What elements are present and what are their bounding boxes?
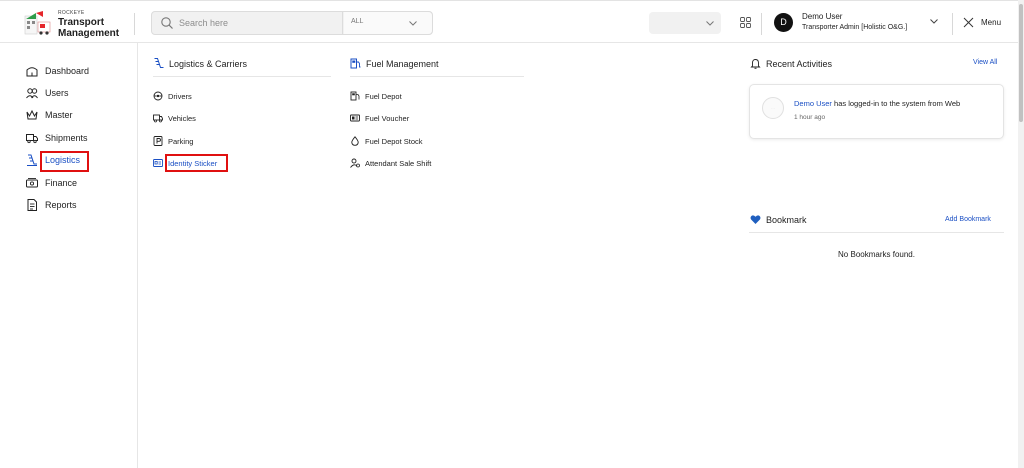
- heart-icon: [750, 215, 761, 224]
- crown-icon: [26, 109, 38, 120]
- top-header: ROCKEYE Transport Management ALL D Demo …: [0, 0, 1018, 43]
- section-title-label: Logistics & Carriers: [169, 59, 248, 69]
- chevron-down-icon: [409, 21, 417, 26]
- section-title-label: Fuel Management: [366, 59, 439, 69]
- search-scope-select[interactable]: ALL: [344, 12, 432, 34]
- menu-link-label: Attendant Sale Shift: [365, 159, 432, 168]
- app-logo[interactable]: ROCKEYE Transport Management: [24, 7, 134, 39]
- search-input[interactable]: [179, 14, 339, 32]
- search-scope-value: ALL: [351, 18, 364, 25]
- activity-avatar-placeholder: · · ·: [770, 106, 776, 110]
- chevron-down-icon[interactable]: [929, 16, 939, 26]
- menu-link-label: Drivers: [168, 92, 192, 101]
- menu-label: Menu: [981, 18, 1002, 27]
- apps-grid-icon[interactable]: [740, 17, 751, 28]
- scrollbar-thumb[interactable]: [1019, 4, 1023, 122]
- sidebar-item-label: Dashboard: [45, 66, 90, 76]
- logistics-icon: [27, 154, 37, 166]
- sidebar-item-label: Master: [45, 110, 73, 120]
- header-divider: [134, 13, 135, 35]
- section-divider: [350, 76, 524, 77]
- add-bookmark-link[interactable]: Add Bookmark: [945, 216, 991, 223]
- search-divider: [342, 12, 343, 34]
- company-select[interactable]: [649, 12, 721, 34]
- sidebar-item-label: Finance: [45, 178, 78, 188]
- logo-brand: ROCKEYE: [58, 10, 85, 16]
- home-icon: [26, 67, 38, 77]
- logo-icon: [24, 11, 51, 35]
- activity-time: 1 hour ago: [794, 114, 826, 121]
- menu-link-label: Parking: [168, 137, 194, 146]
- chevron-down-icon: [706, 21, 714, 26]
- user-role[interactable]: Transporter Admin [Holistic O&G.]: [802, 24, 907, 31]
- activity-avatar: · · ·: [762, 97, 784, 119]
- activity-text: Demo User has logged-in to the system fr…: [794, 99, 960, 108]
- section-divider: [153, 76, 331, 77]
- attendant-icon: [350, 158, 360, 168]
- menu-link-label: Fuel Voucher: [365, 114, 410, 123]
- view-all-link[interactable]: View All: [973, 59, 997, 66]
- sidebar-item-label: Reports: [45, 200, 77, 210]
- logo-title-line1: Transport: [58, 17, 105, 28]
- users-icon: [26, 88, 38, 99]
- search-icon: [161, 17, 173, 29]
- activity-user-link[interactable]: Demo User: [794, 99, 832, 108]
- menu-link-label: Fuel Depot: [365, 92, 402, 101]
- menu-toggle-button[interactable]: Menu: [963, 16, 1005, 30]
- voucher-icon: [350, 114, 360, 122]
- sidebar-item-label: Shipments: [45, 133, 88, 143]
- drop-icon: [351, 136, 359, 146]
- highlight-box-logistics: [40, 151, 89, 172]
- bookmark-empty-state: No Bookmarks found.: [838, 250, 915, 259]
- truck-icon: [26, 134, 38, 144]
- bell-icon: [750, 59, 761, 69]
- highlight-box-identity-sticker: [165, 154, 228, 172]
- fuel-pump-icon: [350, 58, 361, 69]
- activity-message: has logged-in to the system from Web: [834, 99, 961, 108]
- sidebar-item-label: Users: [45, 88, 69, 98]
- sidebar: Dashboard Users Master Shipments Logisti…: [0, 43, 138, 468]
- id-card-icon: [153, 159, 163, 167]
- bookmark-label: Bookmark: [766, 215, 807, 225]
- recent-activities-label: Recent Activities: [766, 59, 833, 69]
- driver-icon: [153, 91, 163, 101]
- logo-title-line2: Management: [58, 28, 120, 39]
- close-icon: [963, 17, 974, 28]
- truck-icon: [153, 114, 163, 123]
- menu-link-label: Vehicles: [168, 114, 196, 123]
- menu-link-label: Fuel Depot Stock: [365, 137, 423, 146]
- bookmark-divider: [749, 232, 1004, 233]
- header-divider: [761, 13, 762, 35]
- global-search: ALL: [151, 11, 433, 35]
- reports-icon: [27, 199, 37, 211]
- user-name[interactable]: Demo User: [802, 12, 842, 21]
- header-divider: [952, 13, 953, 35]
- avatar[interactable]: D: [774, 13, 793, 32]
- logistics-icon: [154, 58, 164, 68]
- parking-icon: [153, 136, 163, 146]
- fuel-depot-icon: [350, 91, 360, 101]
- activity-item[interactable]: · · · Demo User has logged-in to the sys…: [749, 84, 1004, 139]
- finance-icon: [26, 178, 38, 188]
